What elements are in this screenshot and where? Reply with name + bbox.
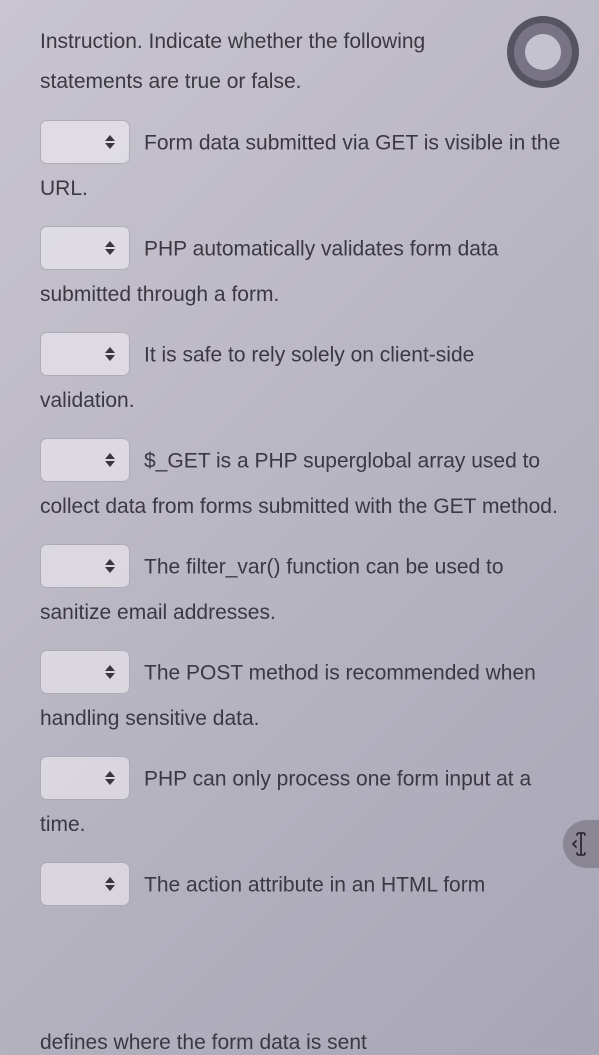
instruction-text: Instruction. Indicate whether the follow… — [40, 22, 571, 102]
assistant-orb-icon[interactable] — [507, 16, 579, 88]
question-item: The filter_var() function can be used to… — [40, 544, 571, 634]
stepper-icon — [105, 557, 117, 575]
stepper-icon — [105, 769, 117, 787]
true-false-selector[interactable] — [40, 544, 130, 588]
stepper-icon — [105, 239, 117, 257]
true-false-selector[interactable] — [40, 332, 130, 376]
question-item: It is safe to rely solely on client-side… — [40, 332, 571, 422]
question-item: The POST method is recommended when hand… — [40, 650, 571, 740]
question-item: PHP can only process one form input at a… — [40, 756, 571, 846]
question-item: Form data submitted via GET is visible i… — [40, 120, 571, 210]
true-false-selector[interactable] — [40, 438, 130, 482]
question-item: PHP automatically validates form data su… — [40, 226, 571, 316]
true-false-selector[interactable] — [40, 120, 130, 164]
true-false-selector[interactable] — [40, 650, 130, 694]
stepper-icon — [105, 345, 117, 363]
stepper-icon — [105, 133, 117, 151]
question-list: Form data submitted via GET is visible i… — [40, 120, 571, 926]
true-false-selector[interactable] — [40, 756, 130, 800]
question-item: $_GET is a PHP superglobal array used to… — [40, 438, 571, 528]
question-item: The action attribute in an HTML form — [40, 862, 571, 910]
stepper-icon — [105, 663, 117, 681]
question-text: The action attribute in an HTML form — [144, 873, 485, 896]
stepper-icon — [105, 875, 117, 893]
cutoff-text: defines where the form data is sent — [40, 1031, 367, 1055]
text-cursor-icon — [571, 832, 591, 856]
stepper-icon — [105, 451, 117, 469]
true-false-selector[interactable] — [40, 226, 130, 270]
true-false-selector[interactable] — [40, 862, 130, 906]
